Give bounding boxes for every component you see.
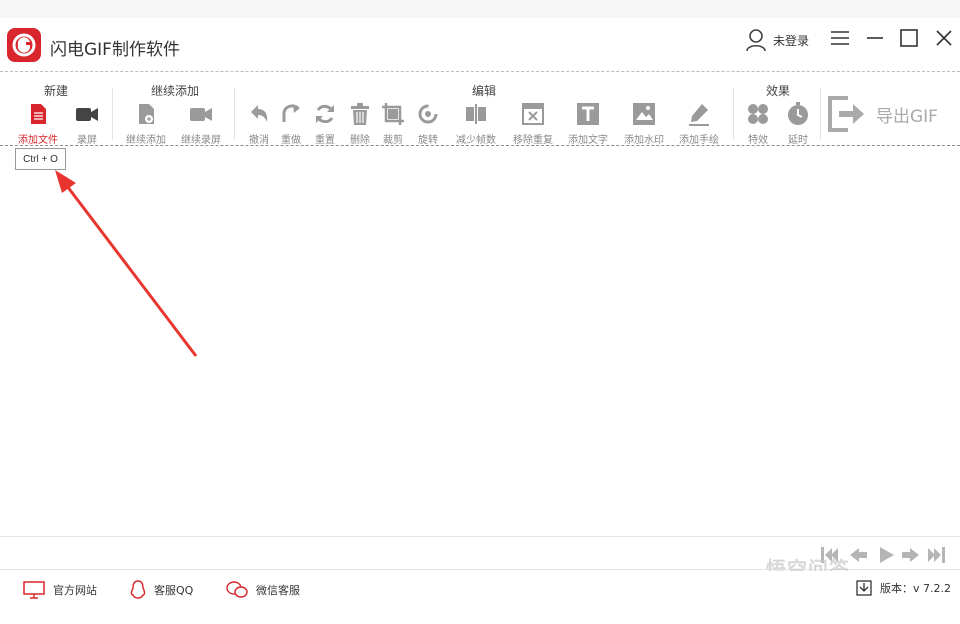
official-website-link[interactable]: 官方网站: [23, 579, 97, 601]
monitor-icon: [23, 581, 45, 599]
previous-frame-icon[interactable]: [847, 545, 869, 565]
wechat-service-label: 微信客服: [256, 584, 300, 597]
wechat-icon: [226, 581, 248, 598]
qq-icon: [130, 580, 146, 599]
customer-service-qq-label: 客服QQ: [154, 584, 194, 597]
download-icon: [856, 580, 872, 596]
customer-service-qq-link[interactable]: 客服QQ: [130, 579, 193, 601]
official-website-label: 官方网站: [53, 584, 97, 597]
status-bar: 官方网站 客服QQ 微信客服 版本：v 7.2.2: [0, 571, 960, 624]
last-frame-icon[interactable]: [925, 545, 947, 565]
annotation-arrow: [55, 170, 198, 357]
wechat-service-link[interactable]: 微信客服: [226, 579, 300, 601]
version-label: 版本：v 7.2.2: [880, 582, 951, 595]
version-info[interactable]: 版本：v 7.2.2: [856, 580, 951, 596]
play-icon[interactable]: [875, 545, 897, 565]
next-frame-icon[interactable]: [900, 545, 922, 565]
